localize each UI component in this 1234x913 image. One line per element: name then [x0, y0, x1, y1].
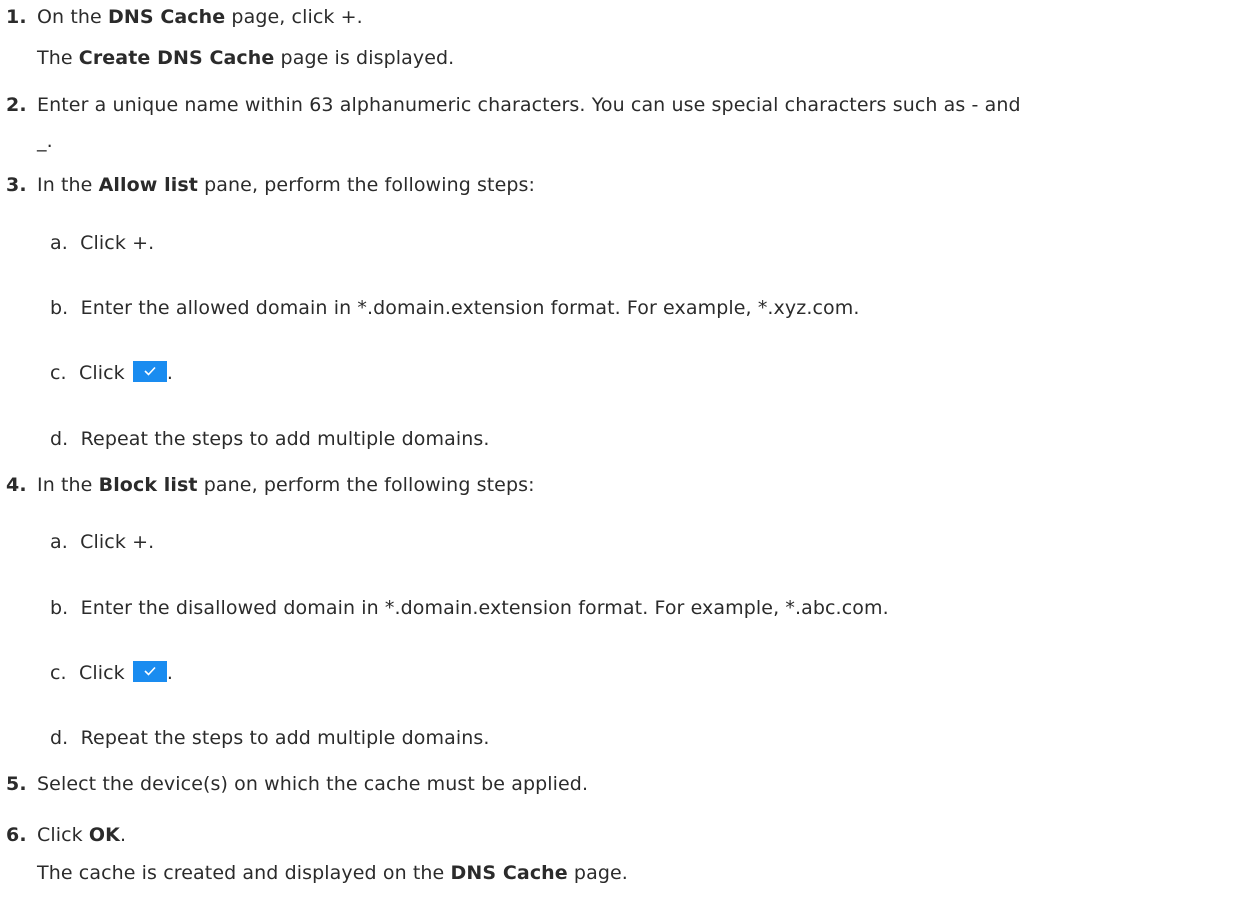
- substep-b: b. Enter the disallowed domain in *.doma…: [50, 597, 889, 619]
- checkmark-glyph: [144, 666, 156, 676]
- step-text-continued: _.: [37, 130, 53, 152]
- checkmark-glyph: [144, 366, 156, 376]
- button-name: OK: [88, 824, 120, 846]
- substep-c: c. Click .: [50, 361, 174, 384]
- step-text: Click OK.: [37, 824, 127, 846]
- step-text: In the Allow list pane, perform the foll…: [37, 174, 536, 196]
- step-number: 2.: [6, 94, 27, 116]
- step-number: 6.: [6, 824, 27, 846]
- substep-d: d. Repeat the steps to add multiple doma…: [50, 428, 490, 450]
- page-name: DNS Cache: [450, 862, 568, 884]
- step-number: 5.: [6, 773, 27, 795]
- step-number: 1.: [6, 6, 27, 28]
- pane-name: Block list: [98, 474, 198, 496]
- substep-d: d. Repeat the steps to add multiple doma…: [50, 727, 490, 749]
- pane-name: Allow list: [98, 174, 198, 196]
- checkmark-icon: [132, 361, 167, 382]
- step-text: In the Block list pane, perform the foll…: [37, 474, 535, 496]
- step-result: The Create DNS Cache page is displayed.: [37, 47, 455, 69]
- step-text: On the DNS Cache page, click +.: [37, 6, 363, 28]
- step-result: The cache is created and displayed on th…: [37, 862, 628, 884]
- step-text: Enter a unique name within 63 alphanumer…: [37, 94, 1021, 116]
- page-name: Create DNS Cache: [78, 47, 275, 69]
- substep-a: a. Click +.: [50, 531, 155, 553]
- step-number: 4.: [6, 474, 27, 496]
- checkmark-icon: [132, 661, 167, 682]
- substep-b: b. Enter the allowed domain in *.domain.…: [50, 297, 860, 319]
- substep-a: a. Click +.: [50, 232, 155, 254]
- page-name: DNS Cache: [107, 6, 226, 28]
- step-text: Select the device(s) on which the cache …: [37, 773, 589, 795]
- step-number: 3.: [6, 174, 27, 196]
- substep-c: c. Click .: [50, 661, 174, 684]
